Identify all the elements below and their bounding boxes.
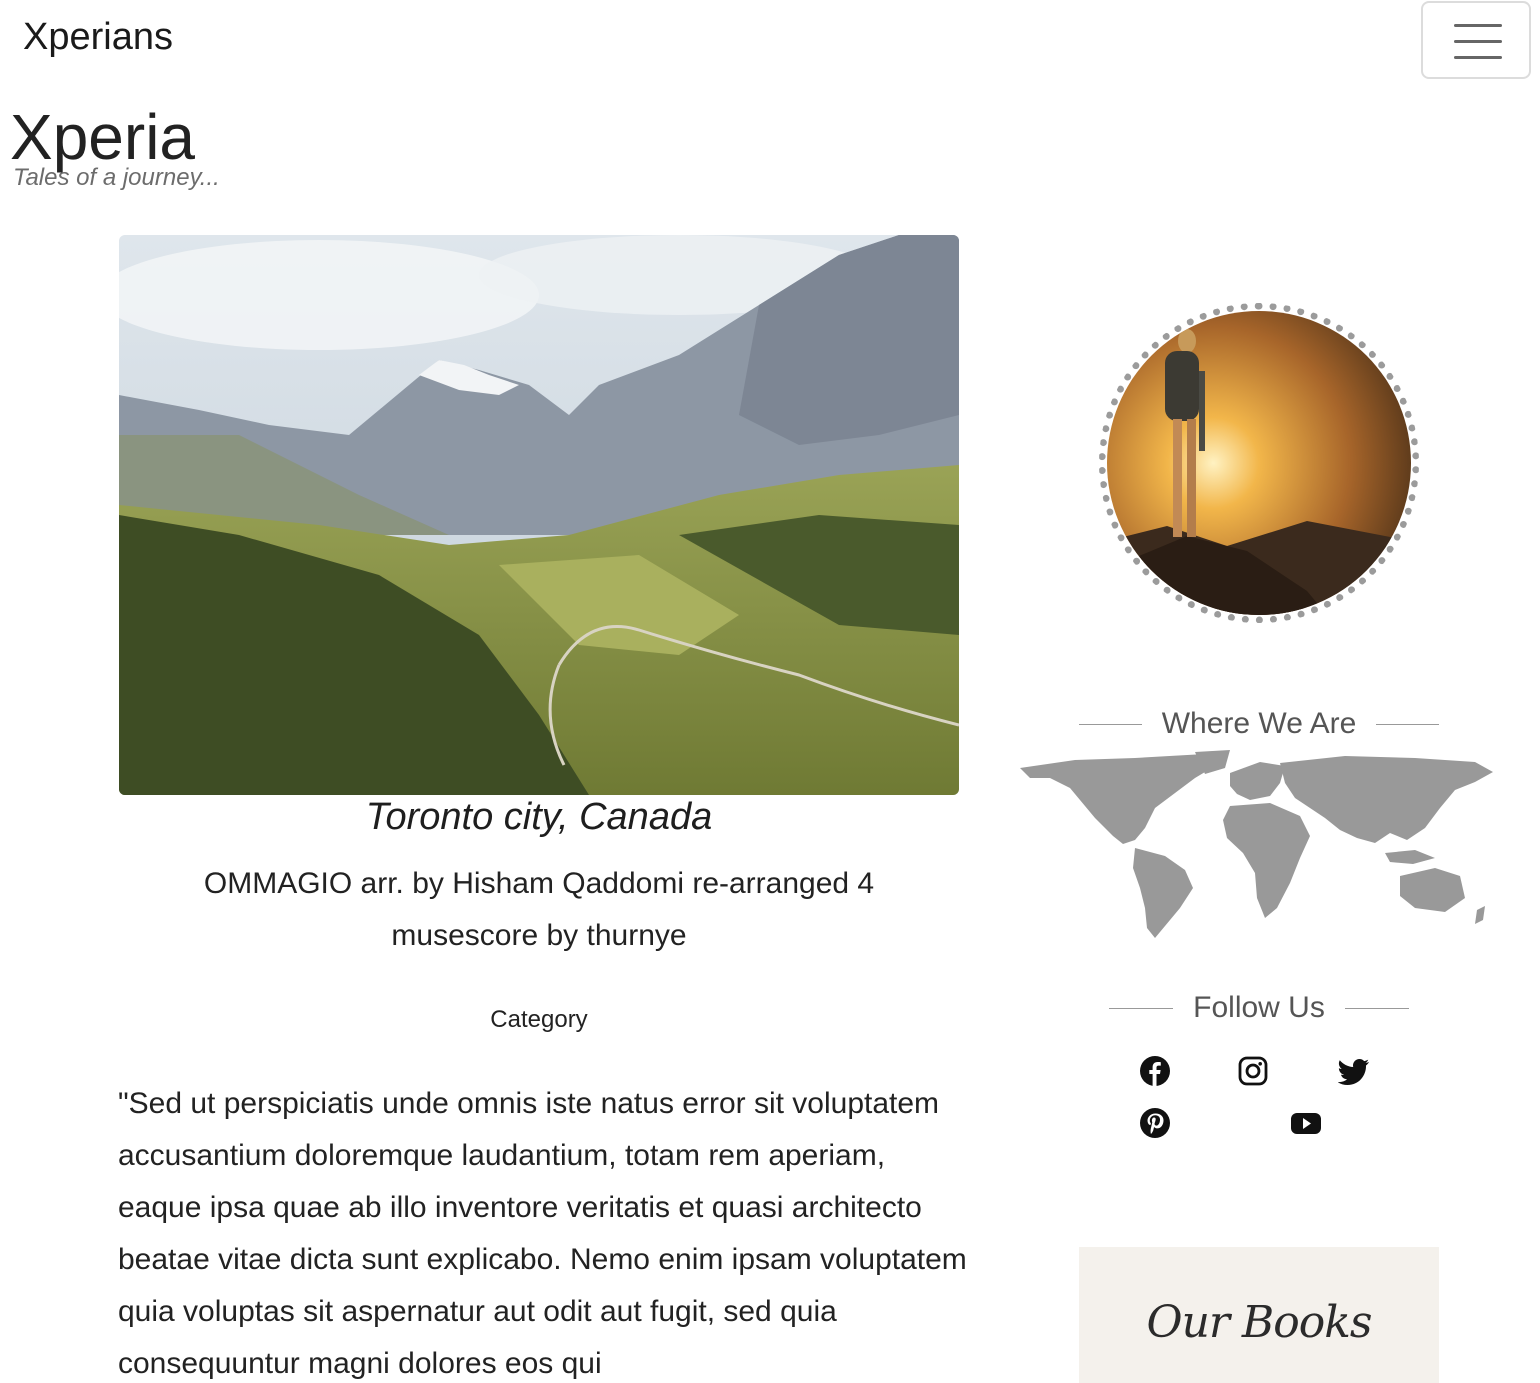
where-we-are-title: Where We Are — [1161, 707, 1357, 740]
youtube-icon — [1291, 1113, 1321, 1134]
navbar-toggle-button[interactable] — [1421, 1, 1531, 79]
post-subtitle: OMMAGIO arr. by Hisham Qaddomi re-arrang… — [203, 867, 875, 952]
post-body: "Sed ut perspiciatis unde omnis iste nat… — [118, 1087, 967, 1380]
facebook-link[interactable] — [1138, 1054, 1172, 1088]
site-tagline: Tales of a journey... — [13, 164, 220, 191]
page: Xperians Xperia Tales of a journey... To… — [0, 0, 1540, 1383]
instagram-icon — [1238, 1056, 1268, 1086]
navbar-brand[interactable]: Xperians — [23, 16, 173, 59]
where-we-are-heading: Where We Are — [1079, 704, 1439, 744]
follow-us-heading: Follow Us — [1109, 988, 1410, 1028]
youtube-link[interactable] — [1289, 1106, 1323, 1140]
post-title: Toronto city, Canada — [365, 796, 713, 838]
post-hero-image — [119, 235, 959, 795]
instagram-link[interactable] — [1236, 1054, 1270, 1088]
twitter-link[interactable] — [1337, 1054, 1371, 1088]
follow-us-title: Follow Us — [1193, 991, 1325, 1024]
our-books-banner[interactable]: Our Books — [1079, 1247, 1439, 1383]
pinterest-icon — [1140, 1108, 1170, 1138]
pinterest-link[interactable] — [1138, 1106, 1172, 1140]
avatar — [1107, 311, 1411, 615]
world-map-image — [1015, 748, 1495, 943]
post-category-link[interactable]: Category — [119, 1006, 959, 1034]
our-books-label: Our Books — [1146, 1297, 1373, 1348]
twitter-icon — [1338, 1059, 1369, 1085]
facebook-icon — [1140, 1056, 1170, 1086]
